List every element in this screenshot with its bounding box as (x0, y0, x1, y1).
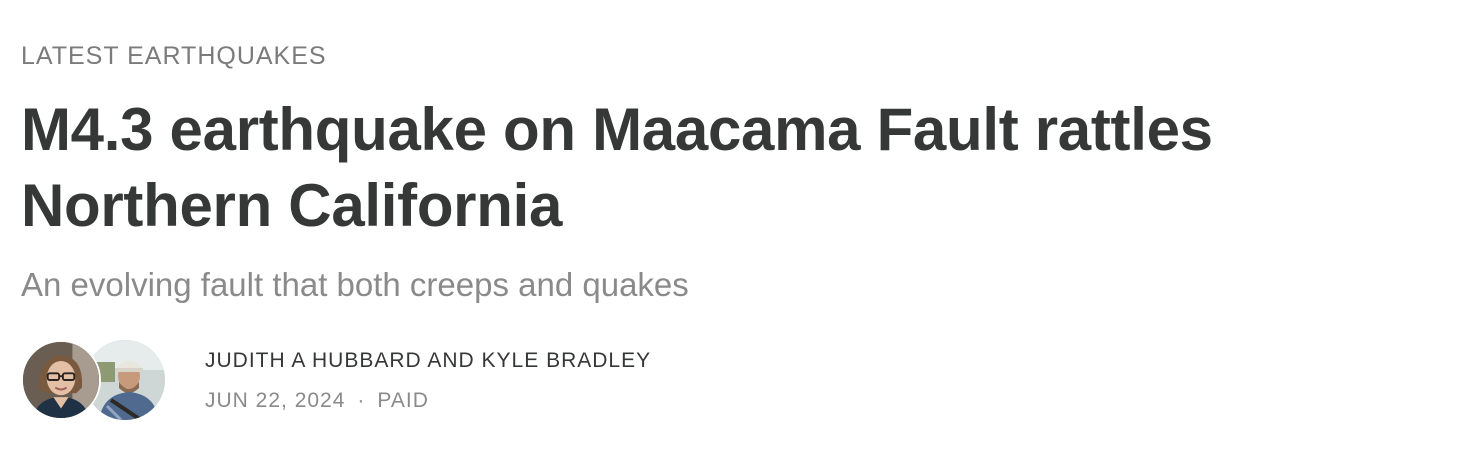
avatar-judith-hubbard[interactable] (21, 340, 101, 420)
meta-separator: · (357, 389, 366, 412)
access-badge: PAID (377, 389, 429, 412)
post-date: JUN 22, 2024 (205, 389, 346, 412)
author-photo-icon (23, 342, 99, 418)
post-title[interactable]: M4.3 earthquake on Maacama Fault rattles… (21, 92, 1421, 244)
section-label[interactable]: LATEST EARTHQUAKES (21, 40, 327, 72)
byline: JUDITH A HUBBARD AND KYLE BRADLEY JUN 22… (21, 340, 921, 420)
post-meta: JUN 22, 2024 · PAID (205, 388, 429, 414)
post-subtitle: An evolving fault that both creeps and q… (21, 266, 689, 303)
author-names[interactable]: JUDITH A HUBBARD AND KYLE BRADLEY (205, 348, 651, 374)
author-avatars[interactable] (21, 340, 171, 420)
